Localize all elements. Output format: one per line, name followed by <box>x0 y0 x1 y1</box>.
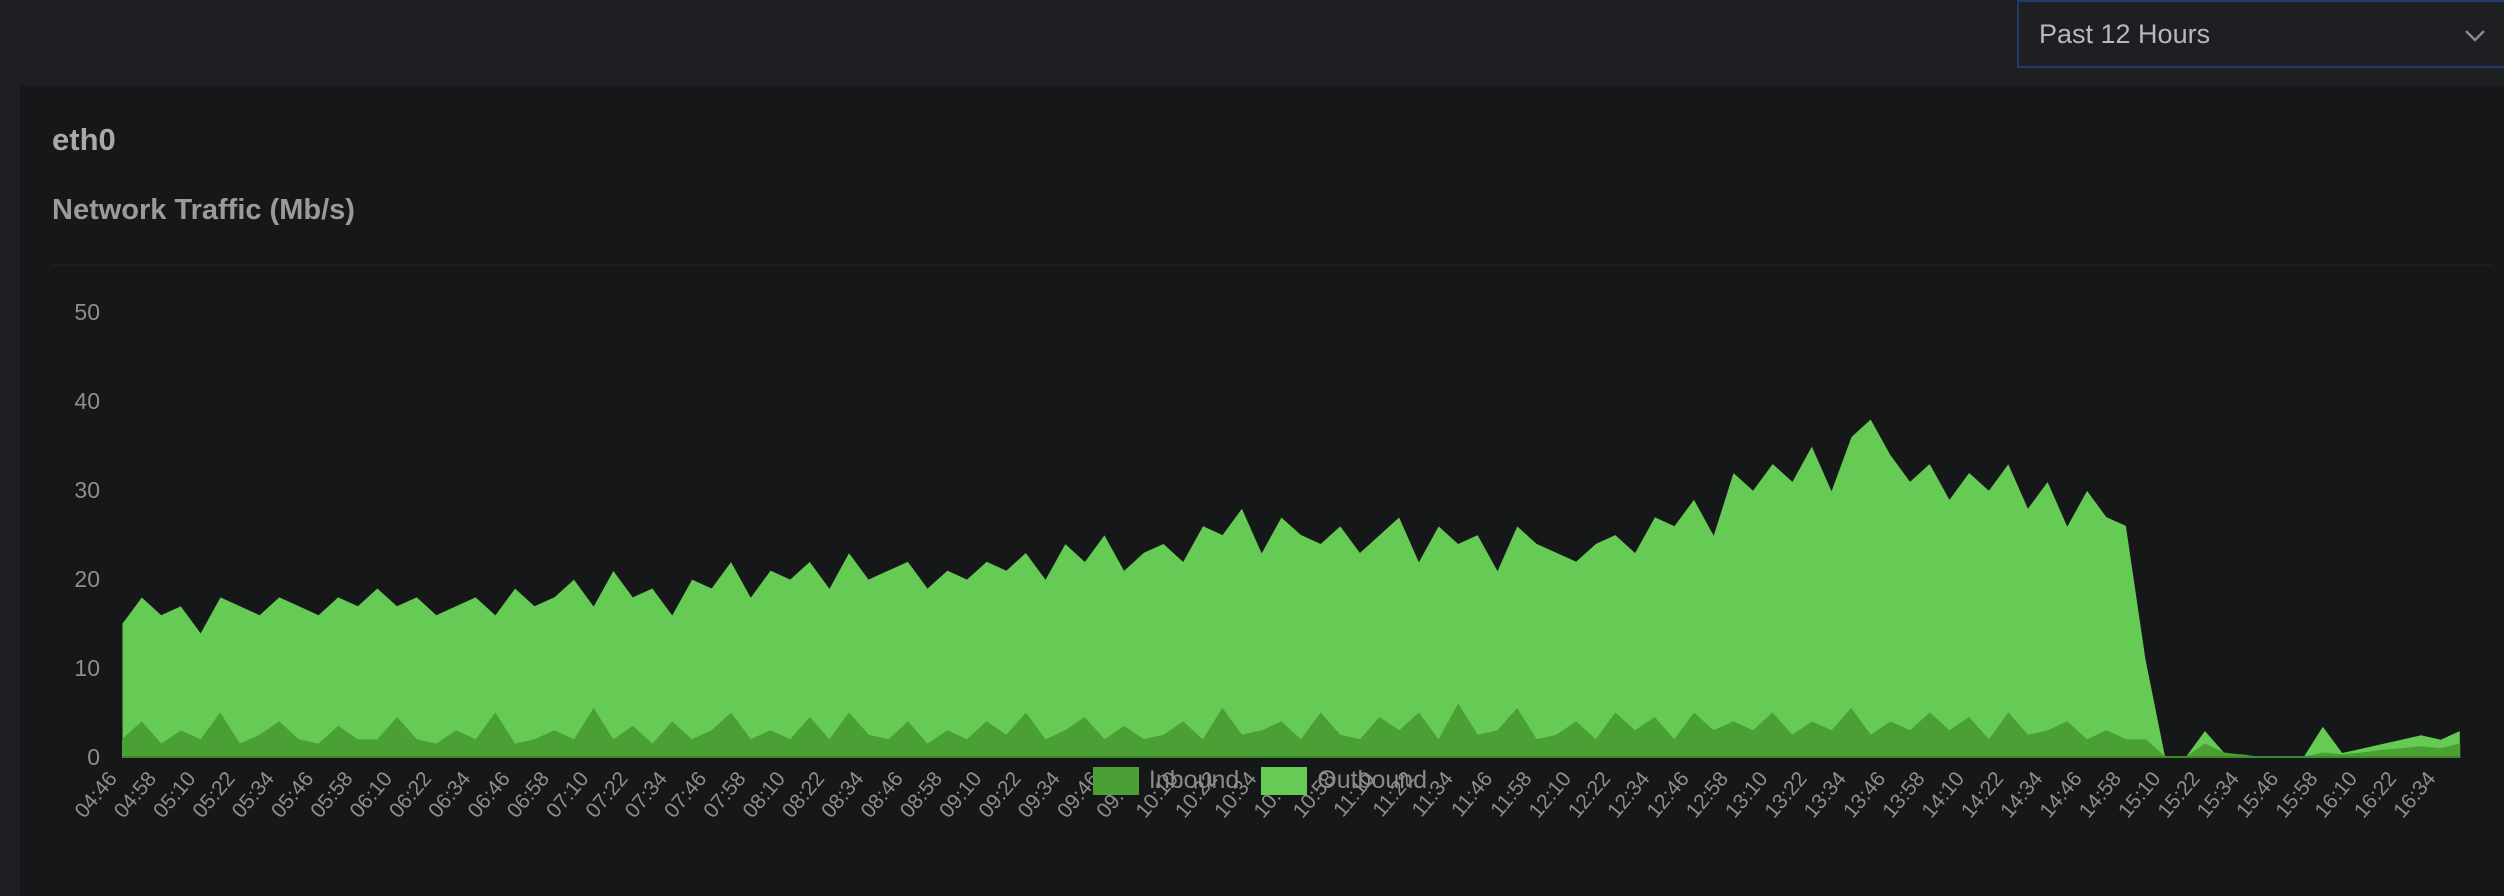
legend-inbound[interactable]: Inbound <box>1092 766 1240 795</box>
legend-outbound[interactable]: Outbound <box>1261 766 1427 795</box>
y-tick-label: 30 <box>74 477 100 503</box>
outbound-area <box>121 418 2461 758</box>
outbound-swatch <box>1261 766 1308 795</box>
inbound-swatch <box>1092 766 1139 795</box>
chart-legend: Inbound Outbound <box>0 766 2504 795</box>
y-tick-label: 40 <box>74 388 100 414</box>
y-tick-label: 20 <box>74 566 100 592</box>
traffic-chart: 0102030405004:4604:5805:1005:2205:3405:4… <box>70 299 2461 822</box>
legend-inbound-label: Inbound <box>1148 766 1240 794</box>
legend-outbound-label: Outbound <box>1317 766 1428 794</box>
y-tick-label: 10 <box>74 655 100 681</box>
y-tick-label: 50 <box>74 299 100 325</box>
